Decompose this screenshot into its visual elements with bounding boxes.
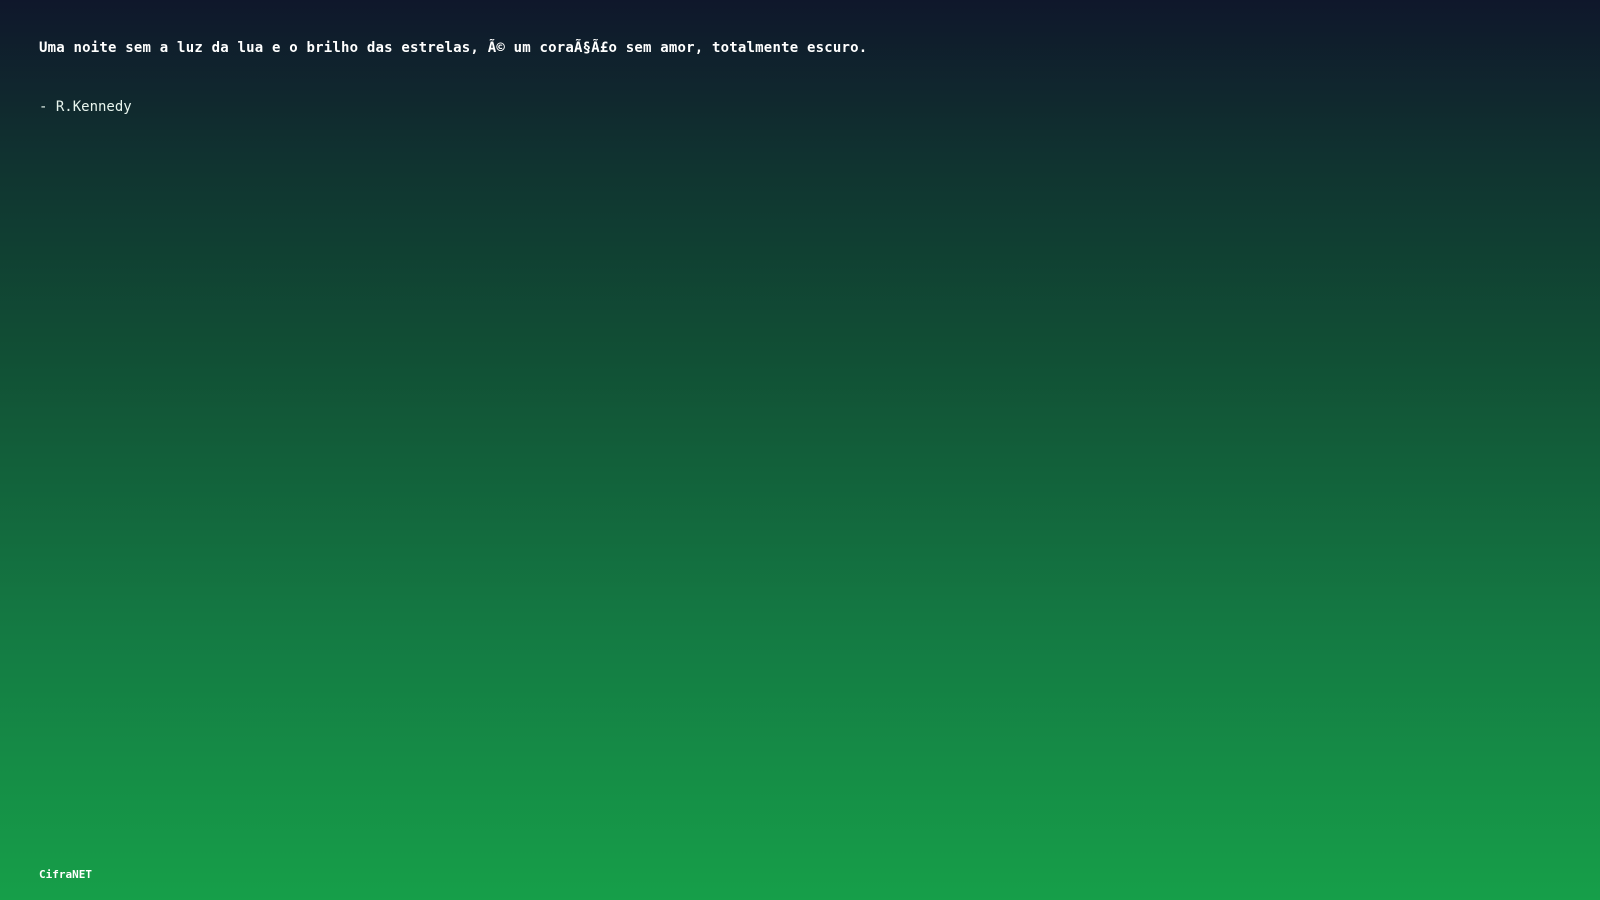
- quote-author: - R.Kennedy: [39, 99, 132, 115]
- quote-text: Uma noite sem a luz da lua e o brilho da…: [39, 40, 868, 56]
- brand-label: CifraNET: [39, 868, 92, 881]
- quote-block: Uma noite sem a luz da lua e o brilho da…: [39, 38, 1539, 117]
